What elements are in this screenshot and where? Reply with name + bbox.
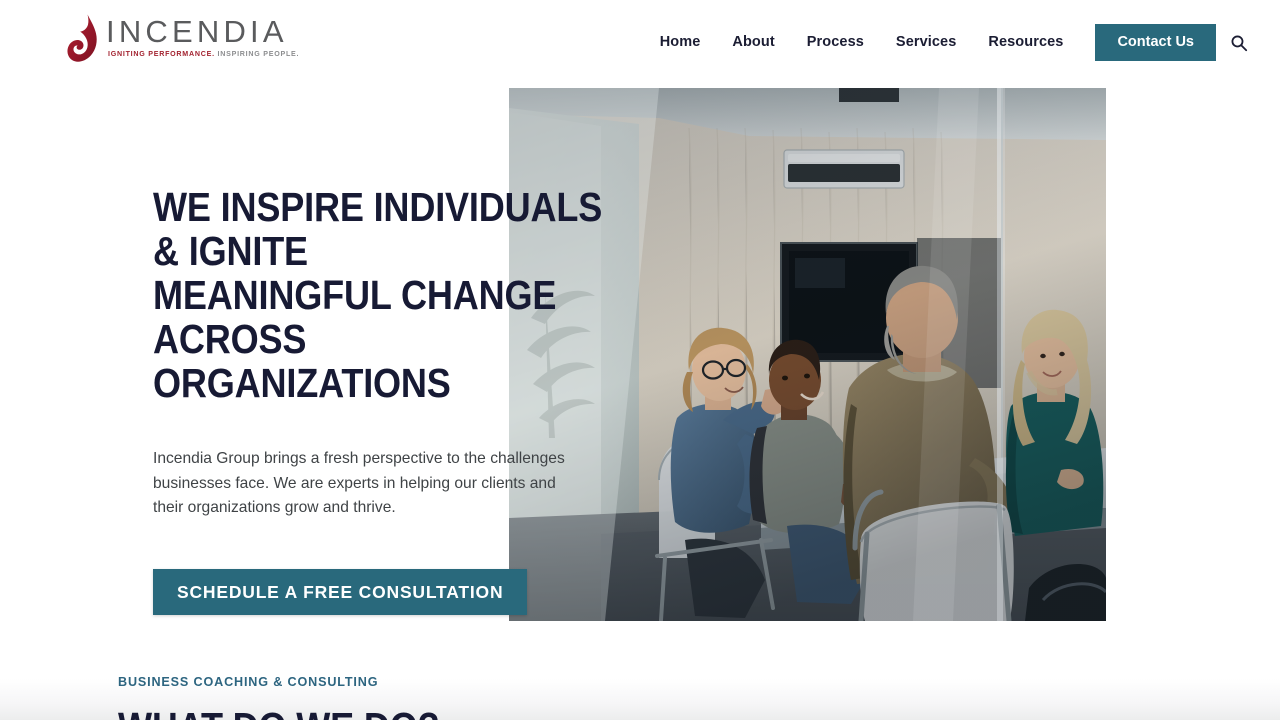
nav-item-about[interactable]: About bbox=[716, 0, 790, 85]
site-header: INCENDIA IGNITING PERFORMANCE. INSPIRING… bbox=[0, 0, 1280, 85]
flame-icon bbox=[67, 14, 97, 62]
logo-text-block: INCENDIA IGNITING PERFORMANCE. INSPIRING… bbox=[106, 13, 299, 59]
what-we-do-section: Business Coaching & Consulting What Do W… bbox=[0, 645, 1280, 720]
nav-item-home[interactable]: Home bbox=[644, 0, 717, 85]
nav-item-services[interactable]: Services bbox=[880, 0, 972, 85]
nav-item-resources[interactable]: Resources bbox=[972, 0, 1079, 85]
hero-paragraph: Incendia Group brings a fresh perspectiv… bbox=[153, 450, 565, 516]
search-glyph bbox=[1231, 35, 1248, 51]
hero-section: We Inspire Individuals & Ignite Meaningf… bbox=[0, 85, 1280, 645]
logo-wordmark: INCENDIA bbox=[106, 14, 288, 49]
main-navigation: Home About Process Services Resources Co… bbox=[644, 0, 1264, 85]
section-heading: What Do We Do? bbox=[118, 705, 440, 720]
section-eyebrow: Business Coaching & Consulting bbox=[118, 675, 379, 689]
hero-headline: We Inspire Individuals & Ignite Meaningf… bbox=[153, 184, 603, 406]
search-icon[interactable] bbox=[1230, 34, 1248, 52]
nav-item-process[interactable]: Process bbox=[791, 0, 880, 85]
logo-tagline-gray: INSPIRING PEOPLE. bbox=[214, 50, 300, 58]
contact-us-button[interactable]: Contact Us bbox=[1095, 24, 1216, 61]
logo-tagline-red: IGNITING PERFORMANCE. bbox=[108, 50, 215, 58]
hero-copy-block: We Inspire Individuals & Ignite Meaningf… bbox=[153, 85, 673, 615]
logo-tagline: IGNITING PERFORMANCE. INSPIRING PEOPLE. bbox=[108, 49, 299, 59]
page-root: INCENDIA IGNITING PERFORMANCE. INSPIRING… bbox=[0, 0, 1280, 720]
site-logo[interactable]: INCENDIA IGNITING PERFORMANCE. INSPIRING… bbox=[66, 13, 299, 69]
schedule-consultation-button[interactable]: Schedule A Free Consultation bbox=[153, 568, 528, 615]
